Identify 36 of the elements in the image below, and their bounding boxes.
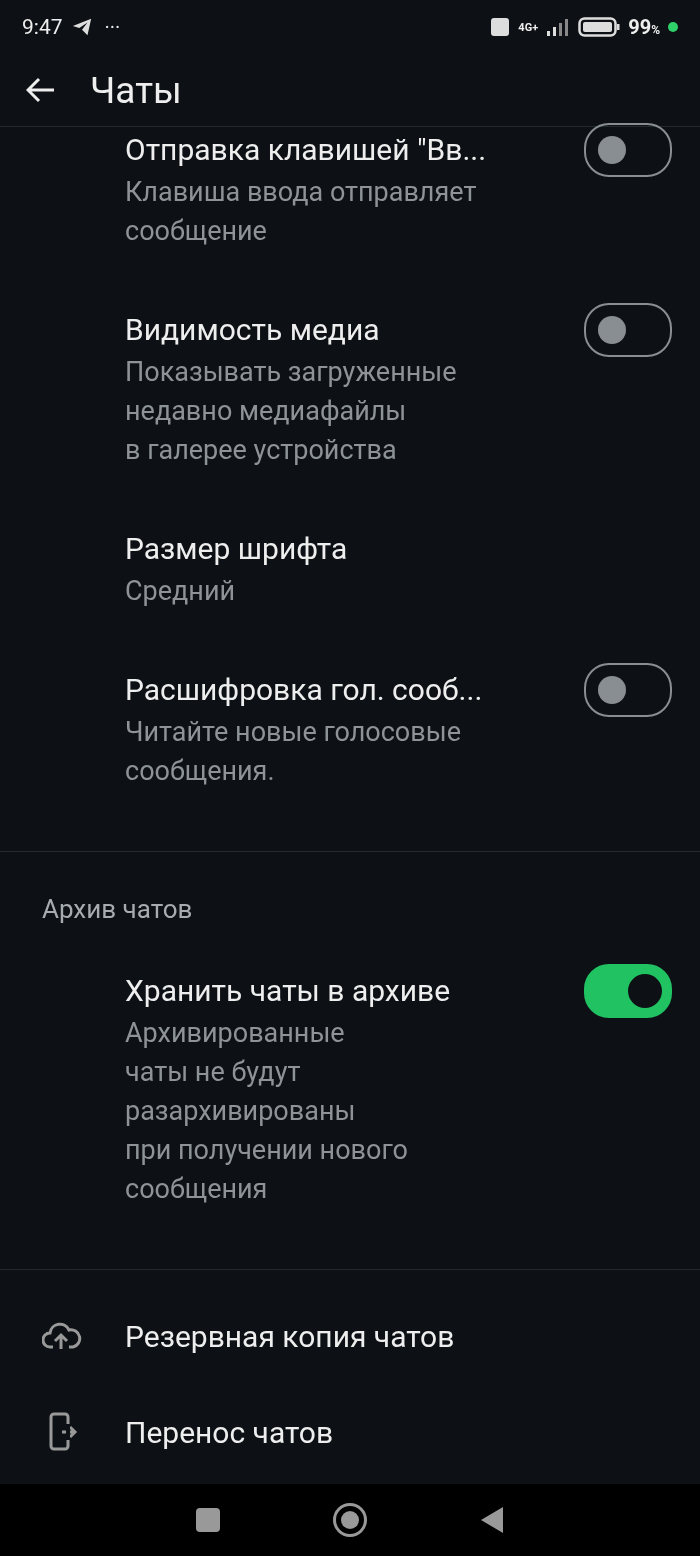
- setting-title: Расшифровка гол. сооб...: [125, 671, 484, 710]
- home-icon[interactable]: [332, 1502, 368, 1539]
- cloud-upload-icon: [42, 1321, 82, 1352]
- battery-icon: [578, 16, 621, 39]
- menu-item-label: Резервная копия чатов: [125, 1318, 455, 1354]
- setting-description: Показывать загруженные недавно медиафайлы в галерее устройства: [125, 355, 458, 469]
- setting-description: Средний: [125, 574, 237, 610]
- setting-item[interactable]: Видимость медиа Показывать загруженные недавно медиафайлы в галерее устройства: [0, 307, 700, 527]
- setting-title: Видимость медиа: [125, 311, 381, 350]
- menu-item[interactable]: Резервная копия чатов: [0, 1288, 700, 1385]
- recents-icon[interactable]: [195, 1507, 222, 1534]
- page-title: Чаты: [90, 68, 182, 112]
- battery-level: 99%: [628, 15, 660, 40]
- back-icon[interactable]: [26, 77, 56, 104]
- toggle-switch[interactable]: [584, 123, 672, 178]
- setting-item[interactable]: Отправка клавишей "Вв... Клавиша ввода отправляет сообщение: [0, 127, 700, 308]
- status-time: 9:47: [22, 15, 63, 40]
- signal-icon: [546, 17, 571, 38]
- setting-title: Хранить чаты в архиве: [125, 972, 452, 1011]
- section-heading: Архив чатов: [41, 894, 194, 925]
- setting-title: Отправка клавишей "Вв...: [125, 131, 488, 170]
- setting-item[interactable]: Хранить чаты в архиве Архивированные чаты не будут разархивированы при получении нового сообщения: [0, 968, 700, 1266]
- setting-description: Читайте новые голосовые сообщения.: [125, 715, 462, 790]
- toggle-switch[interactable]: [584, 663, 672, 718]
- setting-item[interactable]: Размер шрифта Средний: [0, 526, 700, 668]
- more-notifications: ···: [104, 15, 121, 40]
- setting-item[interactable]: Расшифровка гол. сооб... Читайте новые голосовые сообщения.: [0, 667, 700, 848]
- network-type: 4G+: [518, 20, 539, 34]
- privacy-dot: [668, 22, 678, 33]
- toggle-switch[interactable]: [584, 303, 672, 358]
- menu-item[interactable]: Перенос чатов: [0, 1384, 700, 1481]
- setting-description: Архивированные чаты не будут разархивированы при получении нового сообщения: [125, 1016, 409, 1208]
- toggle-switch[interactable]: [584, 964, 672, 1019]
- menu-item-label: Перенос чатов: [125, 1414, 334, 1450]
- setting-title: Размер шрифта: [125, 530, 349, 569]
- setting-description: Клавиша ввода отправляет сообщение: [125, 175, 478, 250]
